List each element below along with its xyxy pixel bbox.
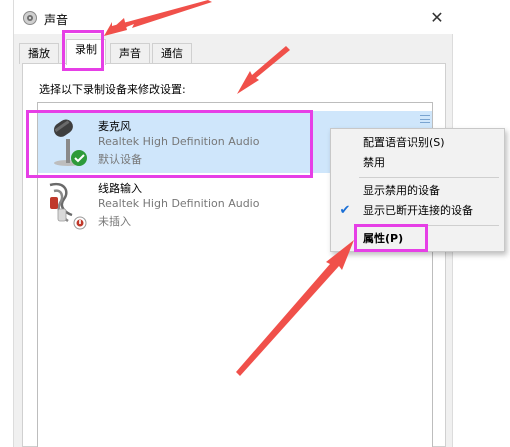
- device-driver: Realtek High Definition Audio: [98, 197, 260, 210]
- microphone-icon: [53, 119, 87, 166]
- tab-sounds[interactable]: 声音: [110, 43, 150, 64]
- close-button[interactable]: ✕: [426, 8, 448, 28]
- menu-item-properties[interactable]: 属性(P): [331, 229, 504, 249]
- device-status: 未插入: [98, 215, 131, 228]
- menu-item-label: 显示已断开连接的设备: [363, 204, 473, 217]
- menu-item-disable[interactable]: 禁用: [331, 153, 504, 173]
- window-title: 声音: [44, 13, 69, 27]
- device-name: 线路输入: [98, 182, 142, 195]
- device-name: 麦克风: [98, 120, 131, 133]
- device-driver: Realtek High Definition Audio: [98, 135, 260, 148]
- menu-separator: [359, 177, 499, 178]
- speaker-icon: [23, 11, 37, 25]
- instruction-text: 选择以下录制设备来修改设置:: [39, 83, 186, 96]
- tab-communications[interactable]: 通信: [152, 43, 192, 64]
- device-status: 默认设备: [98, 153, 142, 166]
- menu-item-show-disconnected[interactable]: ✔ 显示已断开连接的设备: [331, 201, 504, 221]
- tab-recording[interactable]: 录制: [66, 39, 106, 65]
- menu-separator: [359, 225, 499, 226]
- title-bar: 声音 ✕: [14, 0, 454, 34]
- context-menu: 配置语音识别(S) 禁用 显示禁用的设备 ✔ 显示已断开连接的设备 属性(P): [330, 128, 505, 252]
- grip-icon: [420, 115, 430, 123]
- menu-item-configure-speech[interactable]: 配置语音识别(S): [331, 133, 504, 153]
- tab-strip: 播放 录制 声音 通信: [14, 34, 454, 65]
- default-check-icon: [71, 150, 87, 166]
- tab-playback[interactable]: 播放: [19, 43, 59, 64]
- recording-panel: 选择以下录制设备来修改设置: 麦克风 Realtek High Definiti…: [22, 63, 446, 447]
- checkmark-icon: ✔: [339, 203, 351, 218]
- menu-item-show-disabled[interactable]: 显示禁用的设备: [331, 181, 504, 201]
- line-in-cable-icon: [49, 182, 87, 230]
